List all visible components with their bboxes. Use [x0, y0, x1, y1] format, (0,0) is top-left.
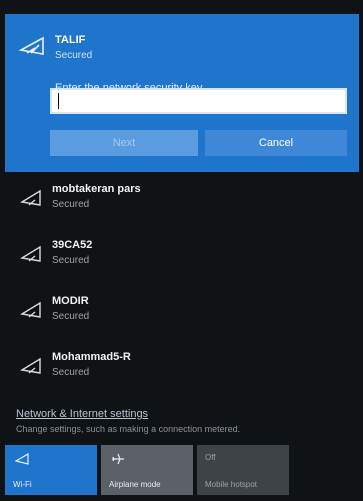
network-settings-link[interactable]: Network & Internet settings [16, 408, 148, 420]
network-status: Secured [52, 255, 90, 266]
network-item-mohammad5-r[interactable]: Mohammad5-R Secured [0, 342, 363, 398]
network-item-39ca52[interactable]: 39CA52 Secured [0, 230, 363, 286]
network-status: Secured [52, 367, 90, 378]
wifi-icon [19, 36, 44, 55]
network-status: Secured [52, 311, 90, 322]
airplane-tile-label: Airplane mode [109, 480, 161, 489]
wifi-secured-icon [20, 301, 41, 318]
wifi-tile-label: Wi-Fi [13, 480, 32, 489]
hotspot-state-text: Off [205, 453, 216, 462]
network-settings-description: Change settings, such as making a connec… [16, 424, 241, 434]
wifi-secured-icon [20, 357, 41, 374]
network-name: mobtakeran pars [52, 183, 141, 195]
next-button[interactable]: Next [50, 130, 198, 156]
wifi-secured-icon [20, 245, 41, 262]
wifi-secured-icon [20, 189, 41, 206]
network-status: Secured [52, 199, 90, 210]
network-name: Mohammad5-R [52, 351, 131, 363]
mobile-hotspot-tile[interactable]: Off Mobile hotspot [197, 445, 289, 495]
network-name: MODIR [52, 295, 89, 307]
network-flyout: TALIF Secured Enter the network security… [0, 0, 363, 501]
network-item-modir[interactable]: MODIR Secured [0, 286, 363, 342]
wifi-toggle-tile[interactable]: Wi-Fi [5, 445, 97, 495]
wifi-icon [15, 453, 29, 465]
airplane-icon [112, 453, 124, 465]
security-key-input[interactable] [50, 88, 347, 114]
selected-network-name: TALIF [55, 34, 86, 46]
cancel-button[interactable]: Cancel [205, 130, 347, 156]
text-caret [58, 93, 59, 109]
hotspot-tile-label: Mobile hotspot [205, 480, 258, 489]
network-name: 39CA52 [52, 239, 93, 251]
airplane-mode-tile[interactable]: Airplane mode [101, 445, 193, 495]
network-item-mobtakeran-pars[interactable]: mobtakeran pars Secured [0, 174, 363, 230]
selected-network-status: Secured [55, 50, 93, 61]
